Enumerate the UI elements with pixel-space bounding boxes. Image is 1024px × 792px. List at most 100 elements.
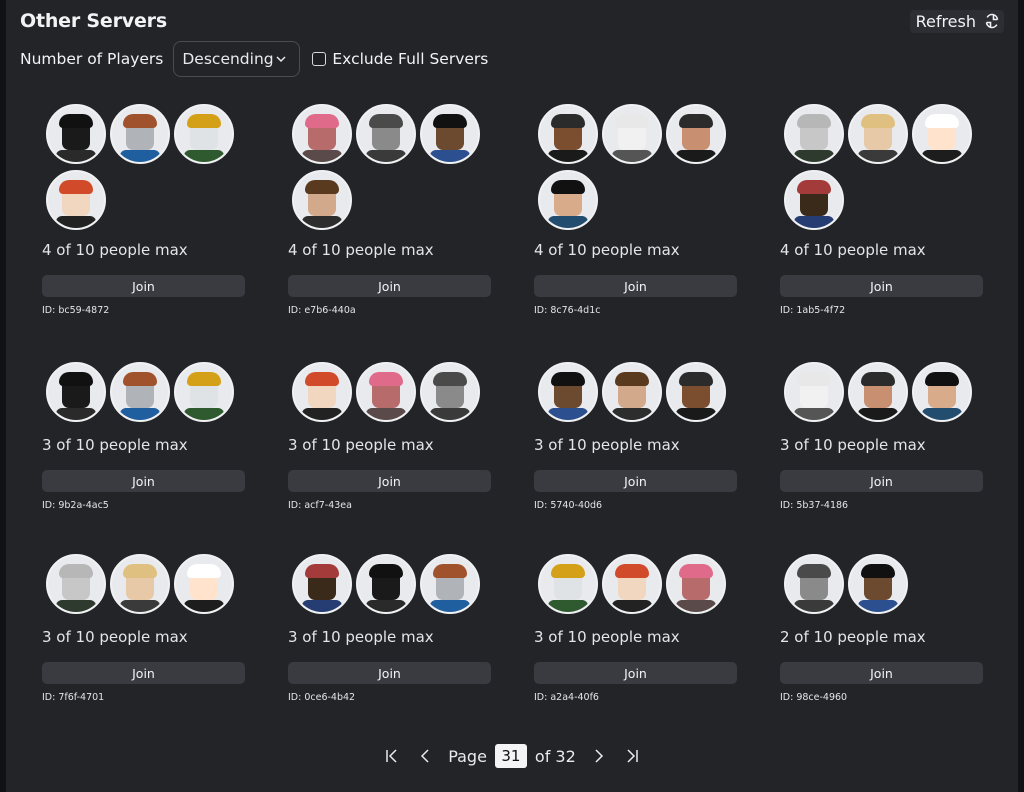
player-avatar[interactable] [848,362,908,422]
player-avatar[interactable] [46,170,106,230]
player-avatar[interactable] [784,104,844,164]
player-avatar[interactable] [602,362,662,422]
player-avatar[interactable] [174,362,234,422]
filter-bar: Number of Players Descending Exclude Ful… [20,40,488,78]
section-title: Other Servers [20,10,167,32]
sort-dropdown[interactable]: Descending [173,41,301,77]
page-total: of 32 [534,746,576,766]
player-count: 3 of 10 people max [42,628,188,646]
player-avatar[interactable] [174,104,234,164]
join-button[interactable]: Join [534,275,737,297]
server-card: 4 of 10 people max Join ID: e7b6-440a [288,104,492,362]
sort-label: Number of Players [20,50,164,68]
player-avatars [534,362,738,426]
server-id: ID: acf7-43ea [288,500,352,511]
player-avatar[interactable] [292,170,352,230]
join-button[interactable]: Join [780,470,983,492]
player-avatars [780,554,984,618]
join-button[interactable]: Join [288,275,491,297]
exclude-full-label: Exclude Full Servers [332,50,489,68]
join-button[interactable]: Join [534,662,737,684]
first-page-icon [386,749,397,763]
player-avatar[interactable] [848,104,908,164]
last-page-icon [627,749,638,763]
player-avatar[interactable] [356,362,416,422]
player-avatar[interactable] [912,104,972,164]
refresh-button[interactable]: Refresh [909,9,1004,33]
server-id: ID: a2a4-40f6 [534,692,599,703]
player-avatar[interactable] [110,554,170,614]
player-count: 3 of 10 people max [288,628,434,646]
player-avatars [780,362,984,426]
player-avatar[interactable] [666,362,726,422]
player-avatar[interactable] [420,554,480,614]
player-avatar[interactable] [110,362,170,422]
server-card: 3 of 10 people max Join ID: 9b2a-4ac5 [42,362,246,554]
server-id: ID: bc59-4872 [42,305,110,316]
player-avatar[interactable] [784,170,844,230]
player-avatar[interactable] [356,554,416,614]
player-avatar[interactable] [46,362,106,422]
player-avatar[interactable] [538,104,598,164]
join-button[interactable]: Join [42,662,245,684]
join-button[interactable]: Join [288,470,491,492]
join-button[interactable]: Join [534,470,737,492]
player-avatar[interactable] [538,170,598,230]
player-avatar[interactable] [420,104,480,164]
player-avatar[interactable] [848,554,908,614]
servers-panel: Other Servers Refresh Number of Players … [6,0,1018,792]
server-card: 4 of 10 people max Join ID: bc59-4872 [42,104,246,362]
chevron-left-icon [421,749,429,763]
player-avatars [288,362,492,426]
player-avatar[interactable] [420,362,480,422]
player-avatar[interactable] [292,104,352,164]
chevron-right-icon [595,749,603,763]
server-card: 3 of 10 people max Join ID: 7f6f-4701 [42,554,246,746]
exclude-full-checkbox[interactable] [312,52,327,66]
player-avatar[interactable] [666,104,726,164]
player-avatars [42,554,246,618]
player-avatar[interactable] [784,554,844,614]
player-avatar[interactable] [784,362,844,422]
first-page-button[interactable] [378,742,406,770]
exclude-full-toggle[interactable]: Exclude Full Servers [312,50,488,68]
previous-page-button[interactable] [412,742,440,770]
player-avatar[interactable] [292,554,352,614]
server-card: 3 of 10 people max Join ID: 5b37-4186 [780,362,984,554]
player-avatar[interactable] [174,554,234,614]
player-avatar[interactable] [602,554,662,614]
player-avatar[interactable] [356,104,416,164]
page-number-input[interactable]: 31 [494,744,527,768]
sort-value: Descending [182,50,274,68]
player-count: 4 of 10 people max [288,241,434,259]
player-avatars [288,554,492,618]
player-count: 3 of 10 people max [534,436,680,454]
player-avatar[interactable] [538,362,598,422]
last-page-button[interactable] [618,742,646,770]
next-page-button[interactable] [584,742,612,770]
player-avatars [534,104,738,231]
player-avatar[interactable] [602,104,662,164]
join-button[interactable]: Join [42,470,245,492]
join-button[interactable]: Join [42,275,245,297]
player-avatar[interactable] [110,104,170,164]
server-id: ID: 9b2a-4ac5 [42,500,109,511]
join-button[interactable]: Join [288,662,491,684]
server-card: 4 of 10 people max Join ID: 8c76-4d1c [534,104,738,362]
player-avatar[interactable] [46,554,106,614]
player-avatars [534,554,738,618]
player-avatar[interactable] [912,362,972,422]
player-avatar[interactable] [292,362,352,422]
player-count: 4 of 10 people max [780,241,926,259]
player-avatar[interactable] [46,104,106,164]
server-card: 4 of 10 people max Join ID: 1ab5-4f72 [780,104,984,362]
player-count: 2 of 10 people max [780,628,926,646]
server-grid: 4 of 10 people max Join ID: bc59-4872 4 of … [42,104,984,746]
join-button[interactable]: Join [780,662,983,684]
player-avatar[interactable] [666,554,726,614]
player-avatar[interactable] [538,554,598,614]
join-button[interactable]: Join [780,275,983,297]
server-card: 3 of 10 people max Join ID: 5740-40d6 [534,362,738,554]
player-count: 3 of 10 people max [534,628,680,646]
server-id: ID: 5b37-4186 [780,500,849,511]
